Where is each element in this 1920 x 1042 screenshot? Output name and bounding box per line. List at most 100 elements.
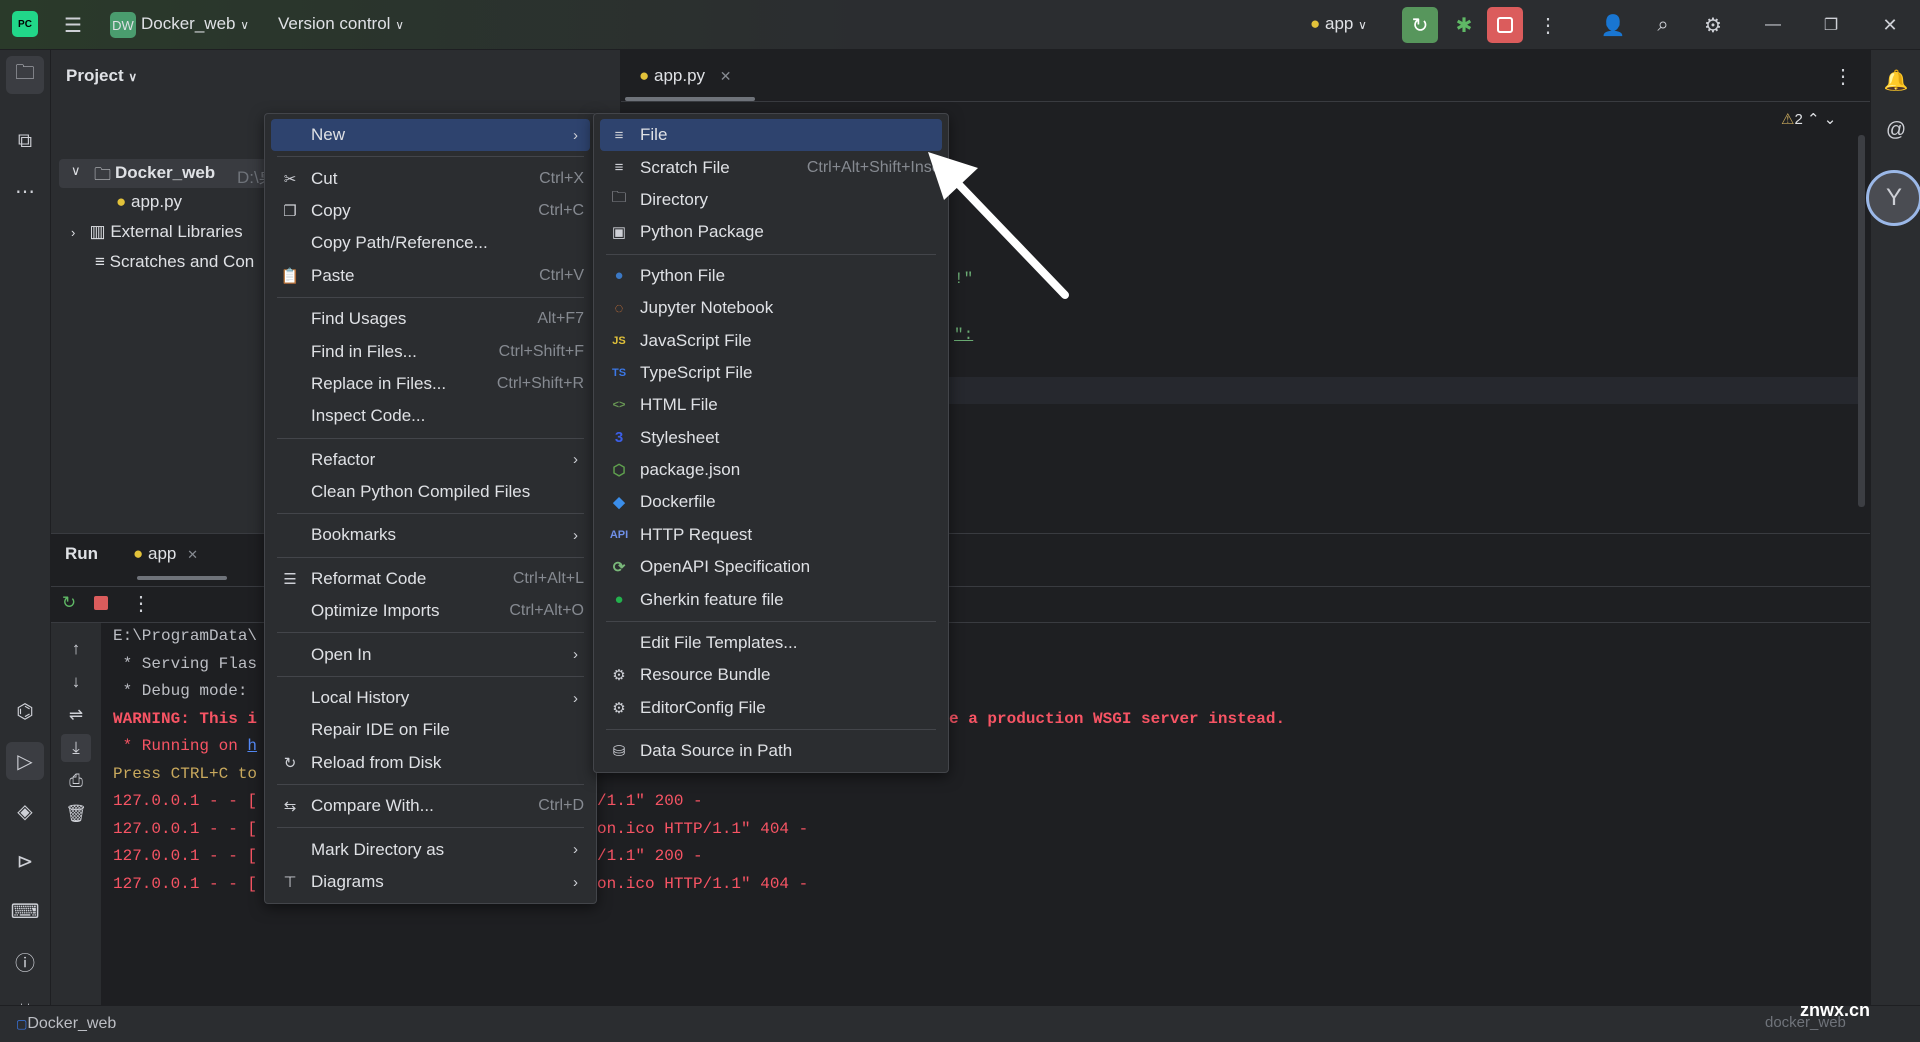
python-icon: ●: [1310, 14, 1321, 33]
scroll-down-icon[interactable]: ↓: [61, 668, 91, 696]
new-item-javascript-file[interactable]: JS JavaScript File: [600, 324, 942, 356]
new-item-python-package[interactable]: ▣ Python Package: [600, 216, 942, 248]
new-item-file[interactable]: ≡ File: [600, 119, 942, 152]
close-tab-icon[interactable]: ✕: [187, 547, 198, 562]
scroll-up-icon[interactable]: ↑: [61, 635, 91, 663]
more-icon[interactable]: ⋮: [127, 589, 155, 617]
notifications-icon[interactable]: 🔔: [1878, 62, 1914, 98]
project-panel-title[interactable]: Project ∨: [66, 66, 137, 86]
new-item-dockerfile[interactable]: ◆ Dockerfile: [600, 486, 942, 518]
menu-item-local-history[interactable]: Local History ›: [271, 682, 590, 714]
run-tool-icon[interactable]: ▷: [6, 742, 44, 780]
new-item-typescript-file[interactable]: TS TypeScript File: [600, 357, 942, 389]
menu-item-clean-python-compiled-files[interactable]: Clean Python Compiled Files: [271, 476, 590, 508]
more-tools-icon[interactable]: ⋯: [6, 172, 44, 210]
chevron-right-icon: ›: [573, 451, 578, 469]
menu-item-copy-path-reference[interactable]: Copy Path/Reference...: [271, 227, 590, 259]
project-title-label: Project: [66, 66, 124, 85]
menu-item-copy[interactable]: ❐ Copy Ctrl+C: [271, 195, 590, 227]
menu-item-repair-ide-on-file[interactable]: Repair IDE on File: [271, 714, 590, 746]
menu-item-reload-from-disk[interactable]: ↻ Reload from Disk: [271, 747, 590, 779]
tree-item-external-libraries[interactable]: › ▥ External Libraries: [71, 222, 243, 242]
tree-item-scratches[interactable]: ≡ Scratches and Con: [95, 252, 254, 272]
terminal-icon[interactable]: ⌨: [6, 892, 44, 930]
console-link[interactable]: h: [247, 737, 257, 755]
main-menu-icon[interactable]: ☰: [60, 12, 86, 38]
search-icon[interactable]: ⌕: [1645, 7, 1681, 43]
editor-more-icon[interactable]: ⋮: [1831, 64, 1855, 88]
run-tab-app[interactable]: ● app ✕: [133, 544, 198, 564]
chevron-down-icon[interactable]: ⌄: [1824, 111, 1837, 128]
print-icon[interactable]: ⎙: [61, 767, 91, 795]
menu-item-open-in[interactable]: Open In ›: [271, 638, 590, 670]
new-item-package-json[interactable]: ⬡ package.json: [600, 454, 942, 486]
minimize-icon[interactable]: —: [1755, 7, 1791, 43]
add-user-icon[interactable]: 👤: [1595, 7, 1631, 43]
tree-item-app-py[interactable]: ● app.py: [116, 192, 182, 212]
chevron-down-icon: ∨: [395, 18, 404, 32]
restore-icon[interactable]: ❐: [1813, 7, 1849, 43]
menu-item-compare-with[interactable]: ⇆ Compare With... Ctrl+D: [271, 790, 590, 822]
editor-scrollbar[interactable]: [1858, 135, 1865, 507]
shortcut-label: Alt+F7: [537, 310, 584, 328]
menu-item-diagrams[interactable]: ⊤ Diagrams ›: [271, 866, 590, 898]
menu-item-reformat-code[interactable]: ☰ Reformat Code Ctrl+Alt+L: [271, 563, 590, 595]
new-item-stylesheet[interactable]: 3 Stylesheet: [600, 422, 942, 454]
run-config-label: app: [1325, 14, 1354, 33]
menu-item-find-usages[interactable]: Find Usages Alt+F7: [271, 303, 590, 335]
new-item-openapi-specification[interactable]: ⟳ OpenAPI Specification: [600, 551, 942, 583]
rerun-icon[interactable]: ↻: [55, 589, 83, 617]
console-text: 127.0.0.1 - - [: [113, 847, 258, 865]
menu-item-cut[interactable]: ✂ Cut Ctrl+X: [271, 162, 590, 194]
menu-item-refactor[interactable]: Refactor ›: [271, 444, 590, 476]
project-selector[interactable]: Docker_web ∨: [141, 14, 249, 34]
new-item-scratch-file[interactable]: ≡ Scratch File Ctrl+Alt+Shift+Inser: [600, 151, 946, 183]
new-item-http-request[interactable]: API HTTP Request: [600, 519, 942, 551]
status-project[interactable]: ▢Docker_web: [16, 1015, 116, 1033]
new-item-resource-bundle[interactable]: ⚙ Resource Bundle: [600, 659, 942, 691]
more-icon[interactable]: ⋮: [1530, 7, 1566, 43]
ai-assistant-icon[interactable]: @: [1878, 112, 1914, 148]
new-item-python-file[interactable]: ● Python File: [600, 260, 942, 292]
close-tab-icon[interactable]: ✕: [720, 68, 732, 84]
project-tool-icon[interactable]: 🗀: [6, 56, 44, 94]
problems-icon[interactable]: ⓘ: [6, 942, 44, 980]
tab-label: app.py: [654, 66, 706, 85]
settings-icon[interactable]: ⚙: [1695, 7, 1731, 43]
rerun-button[interactable]: ↻: [1402, 7, 1438, 43]
warnings-indicator[interactable]: ⚠2 ⌃ ⌄: [1781, 110, 1836, 128]
plugin-avatar-icon[interactable]: Y: [1866, 170, 1920, 226]
chevron-up-icon[interactable]: ⌃: [1807, 111, 1820, 128]
services-icon[interactable]: ⊳: [6, 842, 44, 880]
close-icon[interactable]: ✕: [1872, 7, 1908, 43]
soft-wrap-icon[interactable]: ⇌: [61, 701, 91, 729]
menu-item-label: TypeScript File: [640, 362, 753, 382]
vcs-selector[interactable]: Version control ∨: [278, 14, 404, 34]
menu-item-inspect-code[interactable]: Inspect Code...: [271, 400, 590, 432]
python-file-icon: ●: [614, 267, 624, 285]
new-item-editorconfig-file[interactable]: ⚙ EditorConfig File: [600, 692, 942, 724]
structure-icon[interactable]: ⧉: [6, 122, 44, 160]
menu-item-new[interactable]: New ›: [271, 119, 590, 152]
new-item-directory[interactable]: 🗀 Directory: [600, 184, 942, 216]
layers-icon[interactable]: ◈: [6, 792, 44, 830]
menu-item-paste[interactable]: 📋 Paste Ctrl+V: [271, 260, 590, 292]
scroll-to-end-icon[interactable]: ⤓: [61, 734, 91, 762]
debug-icon[interactable]: ✱: [1446, 7, 1482, 43]
new-item-edit-file-templates[interactable]: Edit File Templates...: [600, 627, 942, 659]
new-item-html-file[interactable]: <> HTML File: [600, 389, 942, 421]
run-config-selector[interactable]: ● app ∨: [1310, 14, 1367, 34]
python-console-icon[interactable]: ⌬: [6, 692, 44, 730]
trash-icon[interactable]: 🗑: [61, 800, 91, 828]
menu-item-bookmarks[interactable]: Bookmarks ›: [271, 519, 590, 551]
stop-button[interactable]: [1487, 7, 1523, 43]
stop-icon[interactable]: [87, 589, 115, 617]
new-item-jupyter-notebook[interactable]: ◌ Jupyter Notebook: [600, 292, 942, 324]
menu-item-replace-in-files[interactable]: Replace in Files... Ctrl+Shift+R: [271, 368, 590, 400]
editor-tab-app-py[interactable]: ● app.py ✕: [639, 66, 732, 86]
menu-item-mark-directory-as[interactable]: Mark Directory as ›: [271, 833, 590, 865]
menu-item-optimize-imports[interactable]: Optimize Imports Ctrl+Alt+O: [271, 595, 590, 627]
menu-item-find-in-files[interactable]: Find in Files... Ctrl+Shift+F: [271, 335, 590, 367]
new-item-data-source-in-path[interactable]: ⛁ Data Source in Path: [600, 735, 942, 767]
new-item-gherkin-feature-file[interactable]: ● Gherkin feature file: [600, 583, 942, 615]
